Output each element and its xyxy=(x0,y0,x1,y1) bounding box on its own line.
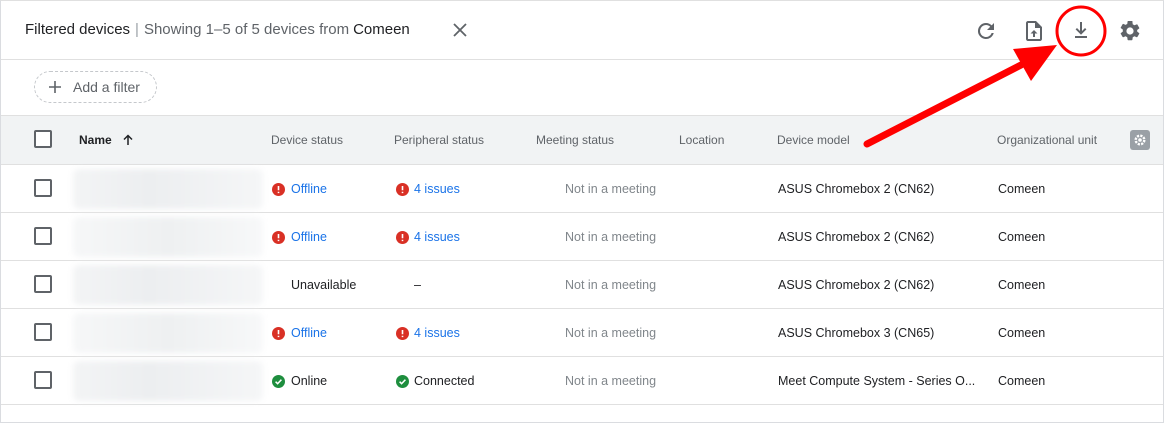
result-count-text: Showing 1–5 of 5 devices from xyxy=(143,21,350,38)
plus-icon xyxy=(49,81,61,93)
devices-panel: Filtered devices | Showing 1–5 of 5 devi… xyxy=(0,0,1164,423)
device-name-redacted xyxy=(73,361,263,401)
refresh-icon[interactable] xyxy=(974,19,998,43)
title-text: Filtered devices xyxy=(25,21,131,38)
device-status-check-icon xyxy=(272,375,285,388)
peripheral-status-error-icon xyxy=(396,231,409,244)
device-status-value: Unavailable xyxy=(291,278,357,292)
add-filter-button[interactable]: Add a filter xyxy=(34,71,157,103)
page-title: Filtered devices | Showing 1–5 of 5 devi… xyxy=(25,21,410,38)
filter-bar: Add a filter xyxy=(1,60,1163,116)
device-status-error-icon xyxy=(272,183,285,196)
device-model-value: Meet Compute System - Series O... xyxy=(778,374,976,388)
device-name-redacted xyxy=(73,265,263,305)
peripheral-status-value: – xyxy=(414,278,421,292)
org-name: Comeen xyxy=(353,21,410,38)
peripheral-status-error-icon xyxy=(396,183,409,196)
row-checkbox[interactable] xyxy=(34,227,52,245)
table-row[interactable]: Online Connected Not in a meeting Meet Comp… xyxy=(1,357,1163,405)
device-name-redacted xyxy=(73,313,263,353)
peripheral-status-value[interactable]: 4 issues xyxy=(414,326,460,340)
row-checkbox[interactable] xyxy=(34,275,52,293)
peripheral-status-value[interactable]: 4 issues xyxy=(414,230,460,244)
meeting-status-value: Not in a meeting xyxy=(565,374,657,388)
device-status-value[interactable]: Offline xyxy=(291,230,327,244)
org-unit-value: Comeen xyxy=(998,182,1046,196)
device-status-value[interactable]: Offline xyxy=(291,182,327,196)
peripheral-status-value: Connected xyxy=(414,374,475,388)
column-header-meeting-status[interactable]: Meeting status xyxy=(536,133,614,147)
table-row[interactable]: Offline 4 issues Not in a meeting ASUS Chro… xyxy=(1,165,1163,213)
peripheral-status-check-icon xyxy=(396,375,409,388)
device-name-redacted xyxy=(73,217,263,257)
column-header-name[interactable]: Name xyxy=(79,133,135,147)
download-icon[interactable] xyxy=(1069,18,1093,42)
column-header-peripheral-status[interactable]: Peripheral status xyxy=(394,133,484,147)
row-checkbox[interactable] xyxy=(34,371,52,389)
peripheral-status-error-icon xyxy=(396,327,409,340)
column-settings-icon[interactable] xyxy=(1130,130,1150,150)
select-all-checkbox[interactable] xyxy=(34,130,52,148)
device-model-value: ASUS Chromebox 2 (CN62) xyxy=(778,182,935,196)
table-row[interactable]: Unavailable – Not in a meeting ASUS Chromeb… xyxy=(1,261,1163,309)
column-header-location[interactable]: Location xyxy=(679,133,724,147)
settings-gear-icon[interactable] xyxy=(1118,19,1142,43)
org-unit-value: Comeen xyxy=(998,374,1046,388)
meeting-status-value: Not in a meeting xyxy=(565,230,657,244)
table-header: Name Device status Peripheral status Mee… xyxy=(1,116,1163,165)
device-status-error-icon xyxy=(272,231,285,244)
column-header-org-unit[interactable]: Organizational unit xyxy=(997,133,1097,147)
title-separator: | xyxy=(135,21,139,38)
device-status-value[interactable]: Offline xyxy=(291,326,327,340)
row-checkbox[interactable] xyxy=(34,323,52,341)
sort-ascending-icon[interactable] xyxy=(121,133,135,147)
column-header-device-status[interactable]: Device status xyxy=(271,133,343,147)
meeting-status-value: Not in a meeting xyxy=(565,278,657,292)
meeting-status-value: Not in a meeting xyxy=(565,326,657,340)
close-icon[interactable] xyxy=(450,20,470,40)
device-model-value: ASUS Chromebox 2 (CN62) xyxy=(778,278,935,292)
device-name-redacted xyxy=(73,169,263,209)
column-header-device-model[interactable]: Device model xyxy=(777,133,850,147)
org-unit-value: Comeen xyxy=(998,230,1046,244)
add-filter-label: Add a filter xyxy=(73,79,140,95)
org-unit-value: Comeen xyxy=(998,278,1046,292)
device-model-value: ASUS Chromebox 3 (CN65) xyxy=(778,326,935,340)
table-row[interactable]: Offline 4 issues Not in a meeting ASUS Chro… xyxy=(1,309,1163,357)
meeting-status-value: Not in a meeting xyxy=(565,182,657,196)
peripheral-status-value[interactable]: 4 issues xyxy=(414,182,460,196)
device-status-value: Online xyxy=(291,374,328,388)
upload-file-icon[interactable] xyxy=(1022,19,1046,43)
org-unit-value: Comeen xyxy=(998,326,1046,340)
panel-header: Filtered devices | Showing 1–5 of 5 devi… xyxy=(1,1,1163,60)
device-status-error-icon xyxy=(272,327,285,340)
row-checkbox[interactable] xyxy=(34,179,52,197)
device-model-value: ASUS Chromebox 2 (CN62) xyxy=(778,230,935,244)
column-name-label: Name xyxy=(79,133,112,147)
table-row[interactable]: Offline 4 issues Not in a meeting ASUS Chro… xyxy=(1,213,1163,261)
